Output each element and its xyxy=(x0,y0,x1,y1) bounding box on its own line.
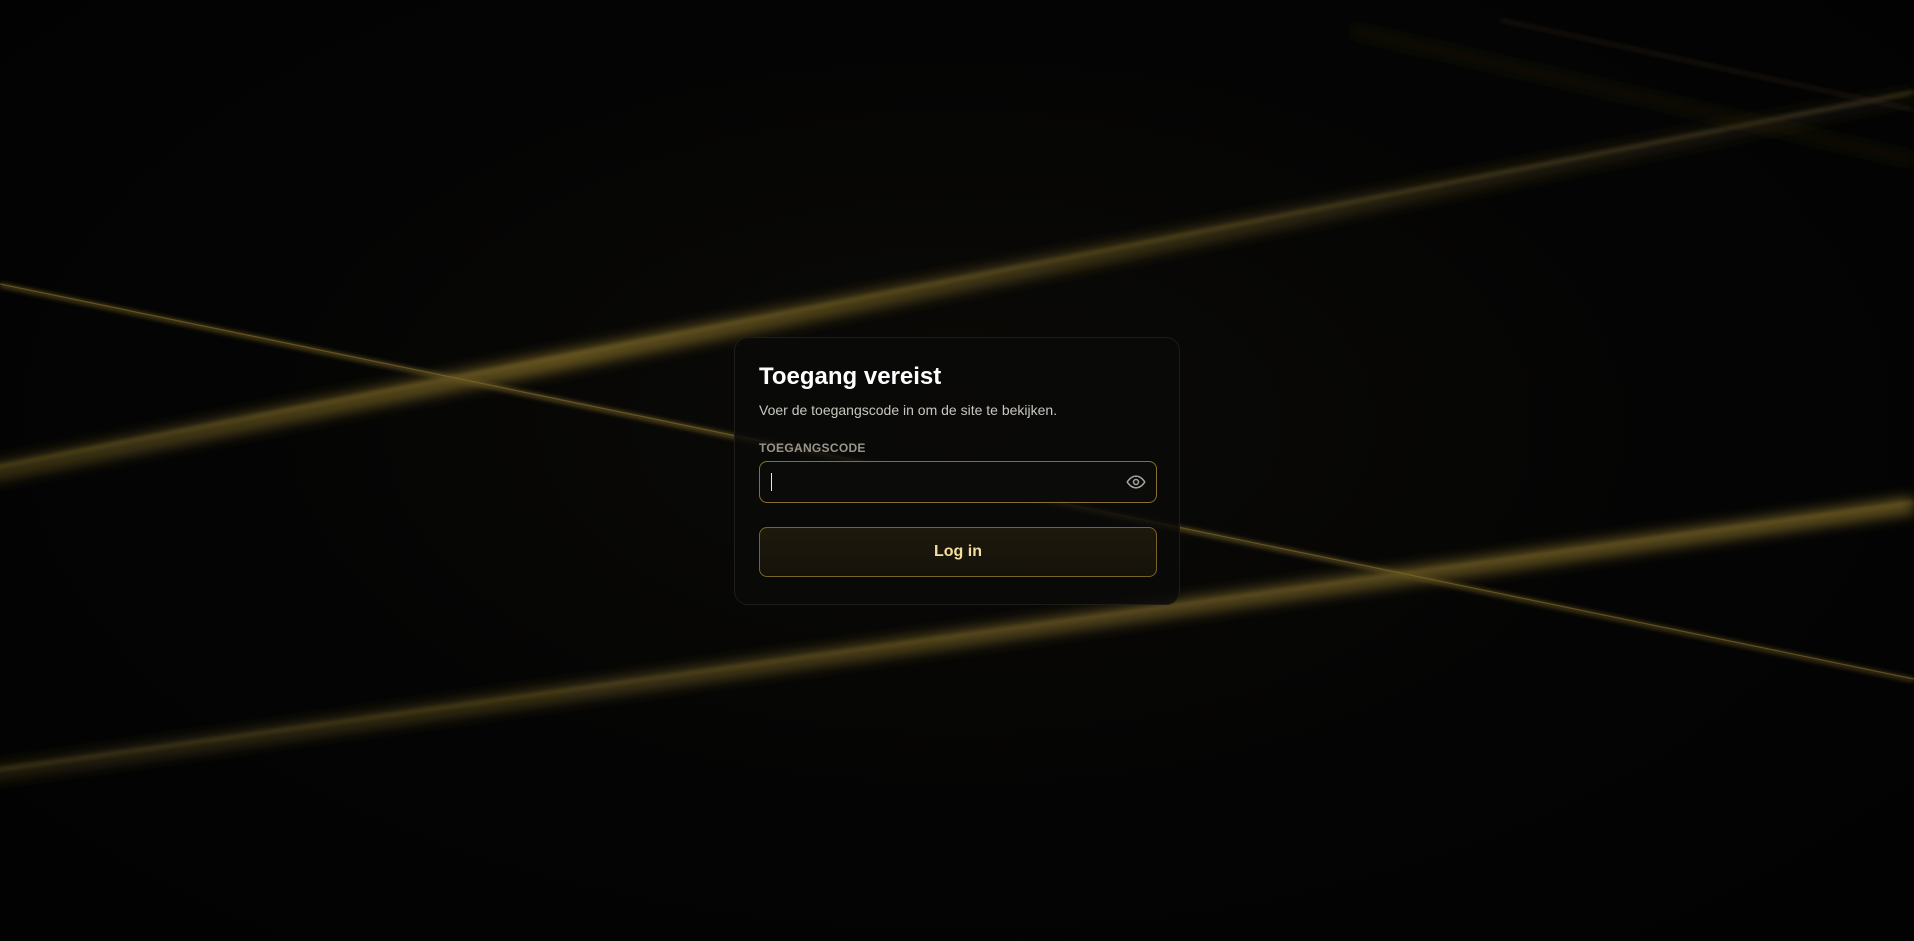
show-password-toggle[interactable] xyxy=(1124,470,1148,494)
access-code-input[interactable] xyxy=(760,462,1100,501)
access-card: Toegang vereist Voer de toegangscode in … xyxy=(734,337,1180,605)
access-code-label: TOEGANGSCODE xyxy=(759,441,866,455)
login-page: Toegang vereist Voer de toegangscode in … xyxy=(0,0,1914,941)
text-cursor xyxy=(771,473,772,491)
page-title: Toegang vereist xyxy=(759,363,942,390)
page-subtitle: Voer de toegangscode in om de site te be… xyxy=(759,402,1058,418)
access-code-field xyxy=(759,461,1157,503)
eye-icon xyxy=(1126,475,1146,489)
login-button[interactable]: Log in xyxy=(759,527,1157,577)
